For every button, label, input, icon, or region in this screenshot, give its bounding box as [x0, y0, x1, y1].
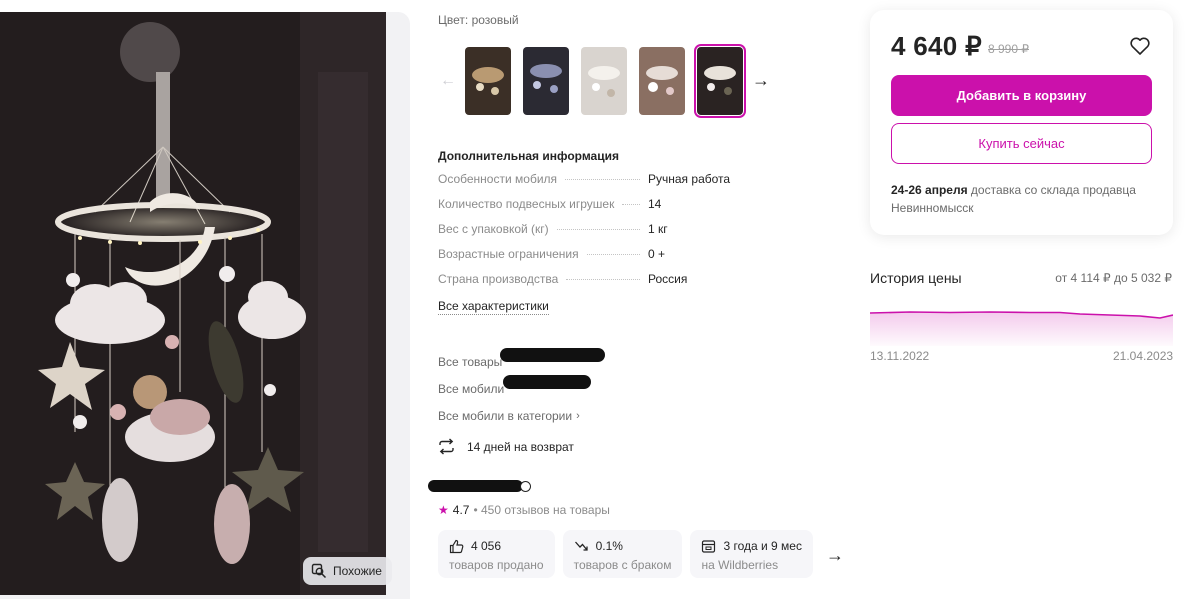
stat-label: товаров с браком	[573, 558, 672, 572]
spec-value: Ручная работа	[648, 172, 731, 186]
spec-row: Вес с упаковкой (кг) 1 кг	[438, 222, 758, 247]
stat-label: товаров продано	[449, 558, 544, 572]
price-history-chart[interactable]	[870, 300, 1173, 346]
price-history-end-date: 21.04.2023	[1113, 349, 1174, 363]
stat-value: 3 года и 9 мес	[723, 539, 802, 553]
redaction-mark	[500, 348, 605, 362]
spec-leader	[622, 204, 640, 205]
old-price: 8 990 ₽	[988, 42, 1029, 56]
star-icon: ★	[438, 503, 449, 517]
return-arrows-icon	[439, 438, 454, 455]
thumbs-prev-arrow-icon[interactable]: ←	[440, 72, 458, 92]
color-label: Цвет: розовый	[438, 13, 519, 27]
additional-info-title: Дополнительная информация	[438, 149, 619, 163]
spec-value: 0 +	[648, 247, 666, 261]
stat-card-tenure: 3 года и 9 мес на Wildberries	[690, 530, 813, 578]
spec-leader	[556, 229, 640, 230]
seller-verified-icon	[520, 481, 531, 492]
reviews-count: • 450 отзывов на товары	[473, 503, 610, 517]
spec-value: 14	[648, 197, 662, 211]
thumbnail-1[interactable]	[465, 47, 511, 115]
buy-now-button[interactable]: Купить сейчас	[891, 123, 1152, 164]
thumbnail-3[interactable]	[581, 47, 627, 115]
delivery-dates: 24-26 апреля	[891, 183, 968, 197]
main-product-photo[interactable]	[0, 12, 386, 595]
stat-card-sold: 4 056 товаров продано	[438, 530, 555, 578]
seller-rating[interactable]: ★ 4.7 • 450 отзывов на товары	[438, 503, 610, 517]
delivery-info: 24-26 апреля доставка со склада продавца…	[891, 181, 1141, 217]
spec-name: Количество подвесных игрушек	[438, 197, 615, 211]
spec-leader	[566, 279, 640, 280]
spec-value: 1 кг	[648, 222, 668, 236]
rating-score: 4.7	[452, 503, 470, 517]
seller-stats: 4 056 товаров продано 0.1% товаров с бра…	[438, 530, 813, 578]
stat-card-defects: 0.1% товаров с браком	[562, 530, 683, 578]
heart-icon[interactable]	[1129, 35, 1151, 57]
spec-name: Страна производства	[438, 272, 559, 286]
price-history-area	[870, 312, 1173, 346]
similar-button[interactable]: Похожие	[303, 557, 392, 585]
returns-info: 14 дней на возврат	[438, 438, 574, 455]
spec-row: Количество подвесных игрушек 14	[438, 197, 758, 222]
search-similar-icon	[311, 563, 327, 579]
price-history-range: от 4 114 ₽ до 5 032 ₽	[1055, 271, 1172, 285]
price-history-start-date: 13.11.2022	[870, 349, 930, 363]
spec-row: Особенности мобиля Ручная работа	[438, 172, 758, 197]
spec-value: Россия	[648, 272, 688, 286]
thumbs-next-arrow-icon[interactable]: →	[752, 70, 772, 92]
thumbnail-4[interactable]	[639, 47, 685, 115]
price-history-title: История цены	[870, 270, 962, 286]
spec-name: Особенности мобиля	[438, 172, 558, 186]
spec-row: Возрастные ограничения 0 +	[438, 247, 758, 272]
stat-label: на Wildberries	[701, 558, 779, 572]
specs-list: Особенности мобиля Ручная работа Количес…	[438, 172, 758, 297]
thumbnail-2[interactable]	[523, 47, 569, 115]
seller-name-redacted	[428, 480, 523, 492]
shop-icon	[702, 539, 716, 553]
thumbnail-5-selected[interactable]	[694, 44, 746, 118]
stat-value: 0.1%	[595, 539, 623, 553]
trend-down-icon	[574, 541, 588, 551]
spec-leader	[586, 254, 640, 255]
product-gallery: Похожие	[0, 12, 410, 599]
add-to-cart-button[interactable]: Добавить в корзину	[891, 75, 1152, 116]
spec-leader	[565, 179, 640, 180]
all-mobiles-category-link[interactable]: Все мобили в категории ›	[438, 402, 580, 429]
chevron-right-icon: ›	[576, 409, 580, 422]
current-price: 4 640 ₽	[891, 31, 982, 61]
redaction-mark	[503, 375, 591, 389]
spec-row: Страна производства Россия	[438, 272, 758, 297]
stats-next-arrow-icon[interactable]: →	[822, 543, 848, 567]
all-specs-link[interactable]: Все характеристики	[438, 299, 549, 315]
baby-mobile-image	[0, 12, 386, 595]
thumbs-up-icon	[449, 539, 464, 553]
spec-name: Вес с упаковкой (кг)	[438, 222, 549, 236]
price-card: 4 640 ₽ 8 990 ₽ Добавить в корзину Купит…	[870, 10, 1173, 235]
color-thumbnails	[465, 44, 746, 118]
spec-name: Возрастные ограничения	[438, 247, 579, 261]
stat-value: 4 056	[471, 539, 502, 553]
color-value: розовый	[471, 13, 519, 27]
similar-button-label: Похожие	[333, 564, 382, 578]
returns-text: 14 дней на возврат	[467, 439, 574, 454]
